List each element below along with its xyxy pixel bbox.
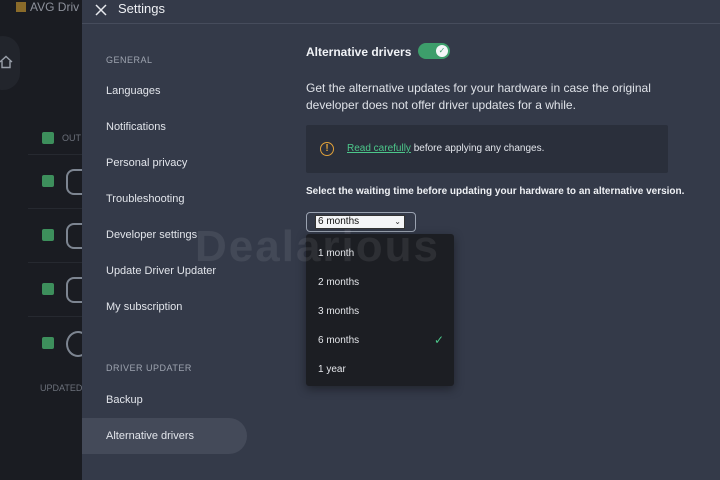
option-2-months[interactable]: 2 months <box>306 268 454 297</box>
option-6-months[interactable]: 6 months ✓ <box>306 326 454 355</box>
row-checkbox <box>42 175 54 187</box>
select-all-checkbox <box>42 132 54 144</box>
sidebar-item-languages[interactable]: Languages <box>82 73 247 109</box>
selected-check-icon: ✓ <box>433 333 444 347</box>
close-button[interactable] <box>92 1 110 19</box>
sidebar-item-personal-privacy[interactable]: Personal privacy <box>82 145 247 181</box>
warning-notice: ! Read carefully before applying any cha… <box>306 125 668 173</box>
settings-sidebar: GENERAL Languages Notifications Personal… <box>82 25 260 480</box>
sidebar-item-developer-settings[interactable]: Developer settings <box>82 217 247 253</box>
warning-icon: ! <box>320 142 334 156</box>
option-3-months[interactable]: 3 months <box>306 297 454 326</box>
notice-text: Read carefully before applying any chang… <box>347 143 544 154</box>
sidebar-item-update-driver-updater[interactable]: Update Driver Updater <box>82 253 247 289</box>
device-icon <box>66 277 82 303</box>
close-icon <box>95 4 107 16</box>
home-icon <box>0 55 13 69</box>
toggle-label: Alternative drivers <box>306 45 412 59</box>
section-label-general: GENERAL <box>106 55 153 65</box>
device-icon <box>66 169 82 195</box>
sidebar-item-troubleshooting[interactable]: Troubleshooting <box>82 181 247 217</box>
chevron-down-icon: ⌄ <box>394 217 401 226</box>
option-1-year[interactable]: 1 year <box>306 355 454 384</box>
waiting-time-label: Select the waiting time before updating … <box>306 186 685 197</box>
alternative-drivers-toggle[interactable]: ✓ <box>418 43 450 59</box>
background-app: AVG Driv OUT UPDATED <box>0 0 82 480</box>
modal-title: Settings <box>118 1 165 16</box>
sidebar-item-alternative-drivers[interactable]: Alternative drivers <box>82 418 247 454</box>
row-checkbox <box>42 337 54 349</box>
sidebar-item-my-subscription[interactable]: My subscription <box>82 289 247 325</box>
background-app-title: AVG Driv <box>16 0 79 14</box>
waiting-time-select[interactable]: 6 months ⌄ <box>306 212 416 232</box>
selected-value: 6 months <box>318 216 360 227</box>
description-text: Get the alternative updates for your har… <box>306 81 651 112</box>
home-button <box>0 36 20 90</box>
driver-row <box>28 154 82 208</box>
avg-logo-icon <box>16 2 26 12</box>
sidebar-item-backup[interactable]: Backup <box>82 382 247 418</box>
driver-row <box>28 316 82 370</box>
table-header-label: OUT <box>62 133 81 143</box>
updated-section-label: UPDATED <box>40 383 82 393</box>
select-value-box: 6 months ⌄ <box>315 215 405 229</box>
row-checkbox <box>42 229 54 241</box>
option-1-month[interactable]: 1 month <box>306 239 454 268</box>
modal-header: Settings <box>82 0 720 24</box>
device-icon <box>66 331 82 357</box>
settings-content: Alternative drivers ✓ Get the alternativ… <box>306 25 720 480</box>
sidebar-item-notifications[interactable]: Notifications <box>82 109 247 145</box>
read-carefully-link[interactable]: Read carefully <box>347 143 411 154</box>
driver-row <box>28 208 82 262</box>
waiting-time-dropdown: 1 month 2 months 3 months 6 months ✓ 1 ye… <box>306 234 454 386</box>
settings-modal: Settings GENERAL Languages Notifications… <box>82 0 720 480</box>
row-checkbox <box>42 283 54 295</box>
device-icon <box>66 223 82 249</box>
section-label-driver-updater: DRIVER UPDATER <box>106 363 192 373</box>
driver-row <box>28 262 82 316</box>
notice-rest: before applying any changes. <box>410 143 545 154</box>
check-icon: ✓ <box>436 45 448 57</box>
